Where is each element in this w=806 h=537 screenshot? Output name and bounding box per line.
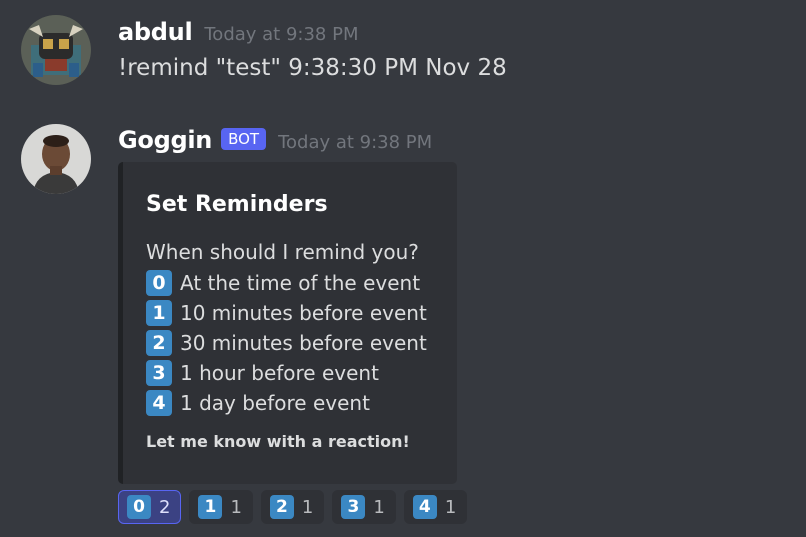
keycap-2-icon: 2 [146,330,172,356]
reaction-count: 1 [230,496,242,518]
reaction-1[interactable]: 1 1 [189,490,253,524]
reaction-count: 1 [373,496,385,518]
embed-prompt: When should I remind you? [146,240,419,264]
goggin-avatar-image [21,124,91,194]
avatar-goggin[interactable] [21,124,91,194]
reminder-embed: Set Reminders When should I remind you? … [118,162,457,484]
reaction-count: 1 [444,496,457,518]
reaction-3[interactable]: 3 1 [332,490,396,524]
keycap-3-icon: 3 [146,360,172,386]
option-text: 30 minutes before event [180,331,427,355]
reaction-count: 2 [159,496,171,518]
reaction-count: 1 [301,496,314,518]
embed-option: 2 30 minutes before event [146,330,427,356]
reaction-0[interactable]: 0 2 [118,490,182,524]
keycap-2-icon: 2 [269,495,294,519]
option-text: 1 hour before event [180,361,379,385]
embed-prompt-text: When should I remind you? [146,240,419,264]
username-goggin[interactable]: Goggin [118,126,212,154]
embed-option: 3 1 hour before event [146,360,379,386]
abdul-avatar-image [21,15,91,85]
keycap-0-icon: 0 [127,495,151,519]
embed-footer: Let me know with a reaction! [146,432,410,451]
option-text: 1 day before event [180,391,370,415]
timestamp: Today at 9:38 PM [278,132,433,153]
reactions-bar: 0 2 1 1 2 1 3 1 4 1 [118,490,475,524]
option-text: 10 minutes before event [180,301,427,325]
option-text: At the time of the event [180,271,421,295]
reaction-4[interactable]: 4 1 [403,490,468,524]
embed-option: 4 1 day before event [146,390,370,416]
keycap-1-icon: 1 [198,495,223,519]
keycap-4-icon: 4 [412,495,437,519]
message-content: !remind "test" 9:38:30 PM Nov 28 [118,55,507,81]
timestamp: Today at 9:38 PM [204,24,359,45]
bot-tag-badge: BOT [221,128,267,150]
keycap-3-icon: 3 [341,495,366,519]
keycap-0-icon: 0 [146,270,172,296]
keycap-4-icon: 4 [146,390,172,416]
avatar-abdul[interactable] [21,15,91,85]
keycap-1-icon: 1 [146,300,172,326]
embed-title: Set Reminders [146,192,328,217]
username-abdul[interactable]: abdul [118,18,193,46]
embed-option: 1 10 minutes before event [146,300,427,326]
reaction-2[interactable]: 2 1 [260,490,325,524]
embed-option: 0 At the time of the event [146,270,420,296]
